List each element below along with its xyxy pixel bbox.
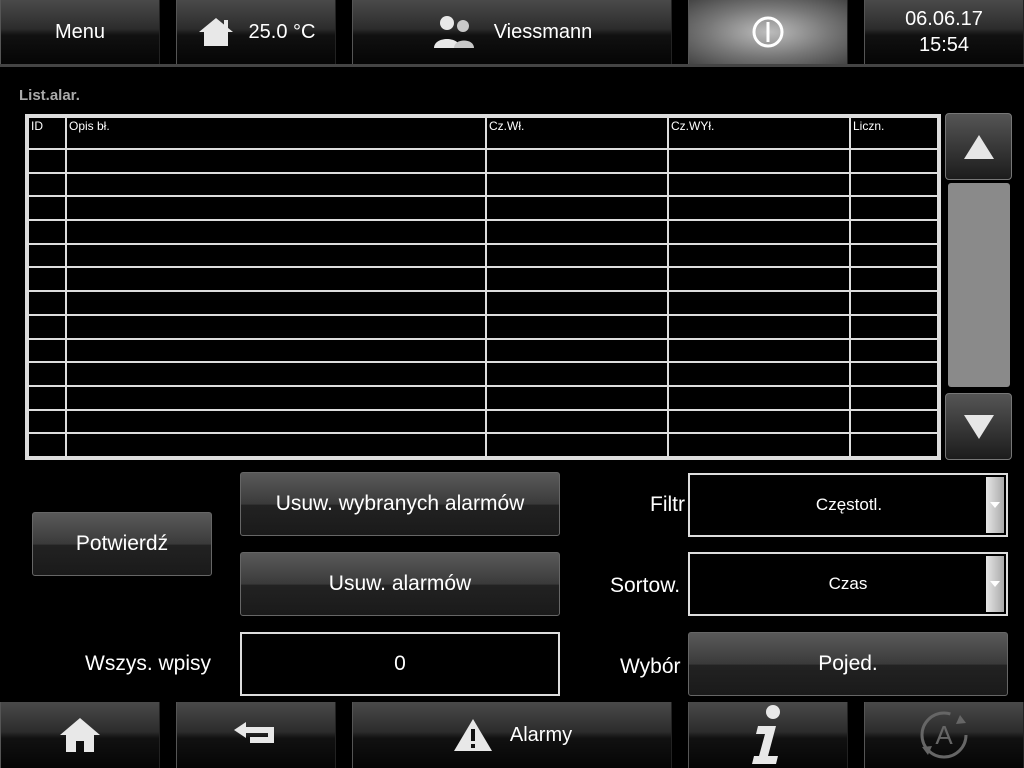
back-icon: [234, 722, 274, 743]
column-header-counter[interactable]: Liczn.: [849, 116, 939, 150]
column-header-time-off[interactable]: Cz.WYł.: [667, 116, 851, 150]
table-row[interactable]: [27, 242, 939, 269]
sort-label: Sortow.: [610, 574, 681, 597]
all-entries-field: 0: [240, 632, 560, 696]
home-icon: [60, 718, 100, 752]
confirm-label: Potwierdź: [75, 532, 169, 555]
delete-alarms-button[interactable]: Usuw. alarmów: [240, 552, 560, 616]
temperature-button[interactable]: 25.0 °C: [176, 0, 336, 64]
chevron-down-icon: [990, 502, 1000, 508]
page-title: List.alar.: [19, 87, 80, 104]
auto-mode-button[interactable]: A: [864, 702, 1024, 768]
table-row[interactable]: [27, 290, 939, 316]
table-row[interactable]: [27, 313, 939, 340]
temperature-value: 25.0 °C: [248, 20, 316, 43]
table-row[interactable]: [27, 195, 939, 222]
home-icon: [198, 18, 233, 46]
table-row[interactable]: [27, 408, 939, 435]
datetime-display: 06.06.17 15:54: [864, 0, 1024, 64]
menu-button[interactable]: Menu: [0, 0, 160, 64]
selection-label: Wybór: [620, 655, 681, 678]
bottom-bar: Alarmy A: [0, 702, 1024, 768]
chevron-down-icon: [990, 581, 1000, 587]
time-value: 15:54: [918, 34, 970, 56]
table-row[interactable]: [27, 337, 939, 364]
all-entries-label: Wszys. wpisy: [85, 652, 211, 675]
table-row[interactable]: [27, 266, 939, 293]
info-icon: [752, 705, 780, 764]
top-divider: [0, 64, 1024, 67]
column-header-description[interactable]: Opis bł.: [65, 116, 487, 150]
selection-button[interactable]: Pojed.: [688, 632, 1008, 696]
confirm-button[interactable]: Potwierdź: [32, 512, 212, 576]
date-value: 06.06.17: [905, 8, 983, 30]
power-icon: [752, 16, 784, 48]
delete-all-label: Usuw. alarmów: [328, 572, 472, 595]
users-icon: [433, 16, 474, 48]
column-header-id[interactable]: ID: [27, 116, 67, 150]
svg-text:A: A: [935, 720, 953, 750]
all-entries-value: 0: [394, 652, 406, 675]
sort-value: Czas: [828, 574, 868, 593]
warning-icon: [453, 719, 492, 751]
column-header-time-on[interactable]: Cz.Wł.: [485, 116, 669, 150]
alarm-table: ID Opis bł. Cz.Wł. Cz.WYł. Liczn.: [25, 114, 941, 460]
user-name: Viessmann: [493, 20, 593, 43]
filter-dropdown[interactable]: Częstotl.: [688, 473, 1008, 537]
filter-value: Częstotl.: [815, 495, 883, 514]
arrow-up-icon: [963, 134, 994, 159]
selection-value: Pojed.: [818, 652, 878, 675]
table-row[interactable]: [27, 171, 939, 198]
arrow-down-icon: [963, 414, 994, 439]
table-row[interactable]: [27, 432, 939, 458]
back-button[interactable]: [176, 702, 336, 768]
info-button[interactable]: [688, 702, 848, 768]
power-button[interactable]: [688, 0, 848, 64]
table-row[interactable]: [27, 384, 939, 411]
sort-dropdown[interactable]: Czas: [688, 552, 1008, 616]
table-row[interactable]: [27, 361, 939, 387]
scroll-down-button[interactable]: [945, 393, 1012, 460]
top-bar: Menu 25.0 °C Viessmann 06.06.17 15:54: [0, 0, 1024, 66]
auto-mode-icon: A: [920, 711, 968, 759]
filter-dropdown-arrow[interactable]: [986, 477, 1004, 533]
home-button[interactable]: [0, 702, 160, 768]
table-row[interactable]: [27, 219, 939, 245]
menu-label: Menu: [54, 20, 106, 43]
filter-label: Filtr: [650, 493, 685, 516]
table-row[interactable]: [27, 148, 939, 174]
scrollbar-track[interactable]: [948, 183, 1010, 387]
table-header-row: ID Opis bł. Cz.Wł. Cz.WYł. Liczn.: [27, 116, 939, 150]
scroll-up-button[interactable]: [945, 113, 1012, 180]
sort-dropdown-arrow[interactable]: [986, 556, 1004, 612]
delete-selected-alarms-button[interactable]: Usuw. wybranych alarmów: [240, 472, 560, 536]
alarms-button[interactable]: Alarmy: [352, 702, 672, 768]
alarms-label: Alarmy: [509, 723, 573, 746]
user-button[interactable]: Viessmann: [352, 0, 672, 64]
delete-selected-label: Usuw. wybranych alarmów: [275, 492, 525, 515]
